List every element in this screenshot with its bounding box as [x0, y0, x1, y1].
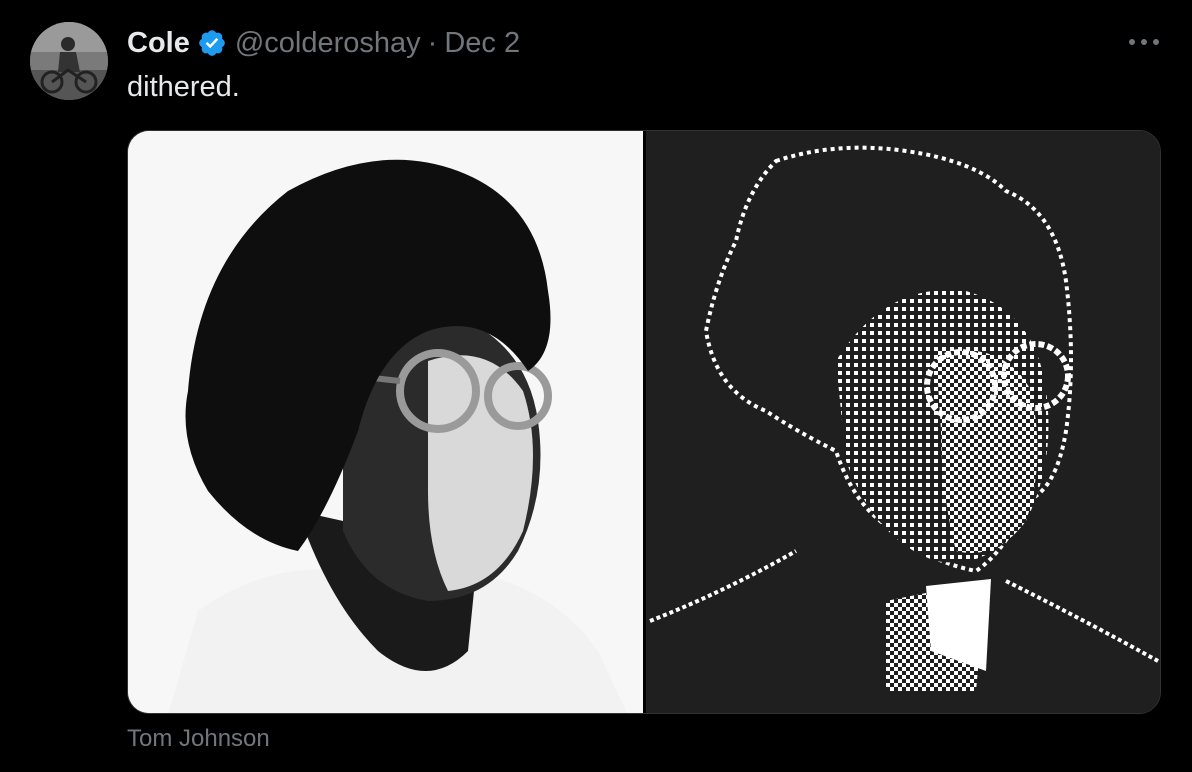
header-separator: ·	[427, 26, 438, 59]
more-horizontal-icon	[1129, 39, 1159, 45]
portrait-photo-image	[128, 131, 643, 713]
dithered-photo-image	[646, 131, 1160, 713]
more-options-button[interactable]	[1124, 28, 1164, 56]
avatar-image	[30, 22, 108, 100]
author-name[interactable]: Cole	[127, 27, 190, 60]
tweet-text: dithered.	[127, 71, 240, 103]
author-handle[interactable]: @colderoshay	[235, 27, 421, 60]
tweet-header: Cole @colderoshay · Dec 2	[127, 24, 520, 62]
tweet-date[interactable]: Dec 2	[444, 27, 520, 60]
verified-badge-icon[interactable]	[197, 28, 227, 58]
portrait-photo[interactable]	[128, 131, 643, 713]
dithered-photo[interactable]	[646, 131, 1160, 713]
tweet-media[interactable]	[127, 130, 1161, 714]
tweet[interactable]: Cole @colderoshay · Dec 2 dithered. Tom …	[0, 0, 1192, 772]
media-caption[interactable]: Tom Johnson	[127, 725, 270, 753]
avatar[interactable]	[30, 22, 108, 100]
